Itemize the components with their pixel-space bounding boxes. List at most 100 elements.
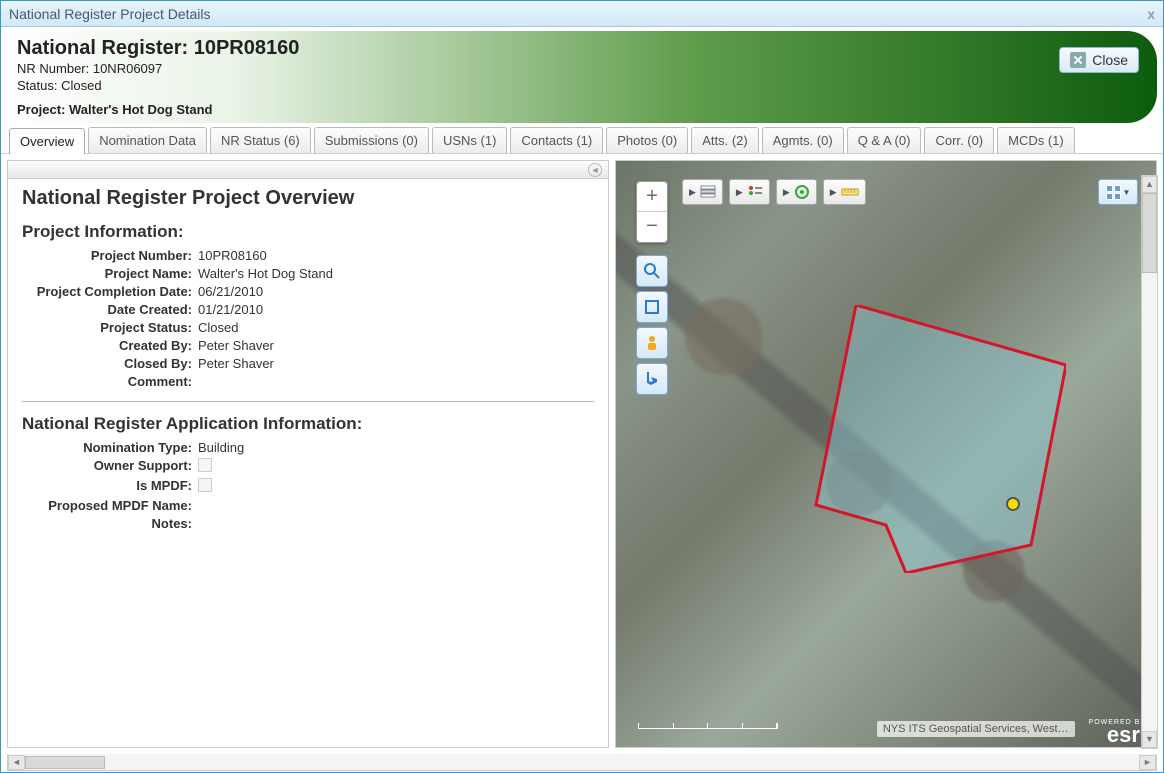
scroll-down-icon[interactable]: ▼ — [1142, 731, 1157, 748]
field-value: 01/21/2010 — [198, 302, 594, 317]
field-nom_type: Nomination Type:Building — [22, 440, 594, 455]
scroll-thumb[interactable] — [1142, 193, 1157, 273]
point-marker[interactable] — [1006, 497, 1020, 511]
horizontal-scrollbar[interactable]: ◄ ► — [7, 754, 1157, 771]
field-status: Project Status:Closed — [22, 320, 594, 335]
chevron-down-icon: ▼ — [1123, 188, 1131, 197]
esri-logo: POWERED BY esri — [1089, 717, 1146, 741]
window-title: National Register Project Details — [9, 6, 211, 22]
map-tool-column — [636, 255, 668, 395]
tab-nomination-data[interactable]: Nomination Data — [88, 127, 207, 153]
close-icon — [1070, 52, 1086, 68]
legend-dropdown[interactable]: ▶ — [729, 179, 770, 205]
field-value — [198, 458, 594, 475]
map-toolbar: ▶ ▶ ▶ ▶ — [682, 179, 866, 205]
scroll-left-icon[interactable]: ◄ — [8, 755, 25, 770]
measure-dropdown[interactable]: ▶ — [823, 179, 866, 205]
page-title: National Register: 10PR08160 — [17, 37, 1147, 60]
window-close-icon[interactable]: x — [1147, 6, 1155, 22]
field-value: Peter Shaver — [198, 338, 594, 353]
zoom-control: + − — [636, 181, 668, 243]
zoom-in-button[interactable]: + — [637, 182, 667, 212]
tab-agmts-0[interactable]: Agmts. (0) — [762, 127, 844, 153]
scale-bar — [638, 723, 778, 737]
tab-contacts-1[interactable]: Contacts (1) — [510, 127, 603, 153]
field-label: Owner Support: — [22, 458, 198, 475]
field-project_name: Project Name:Walter's Hot Dog Stand — [22, 266, 594, 281]
field-value: 06/21/2010 — [198, 284, 594, 299]
nr-app-heading: National Register Application Informatio… — [22, 414, 594, 434]
field-project_number: Project Number:10PR08160 — [22, 248, 594, 263]
attribution-source: NYS ITS Geospatial Services, West… — [877, 721, 1075, 737]
chevron-right-icon: ▶ — [783, 187, 790, 198]
scroll-right-icon[interactable]: ► — [1139, 755, 1156, 770]
zoom-out-button[interactable]: − — [637, 212, 667, 242]
panel-collapse-icon[interactable]: ◄ — [588, 163, 602, 177]
tab-mcds-1[interactable]: MCDs (1) — [997, 127, 1075, 153]
field-created_by: Created By:Peter Shaver — [22, 338, 594, 353]
status-line: Status: Closed — [17, 77, 1147, 94]
overview-panel: ◄ National Register Project Overview Pro… — [7, 160, 609, 748]
streetview-tool-button[interactable] — [636, 327, 668, 359]
map-attribution: NYS ITS Geospatial Services, West… POWER… — [877, 717, 1146, 741]
tab-overview[interactable]: Overview — [9, 128, 85, 154]
tab-strip: OverviewNomination DataNR Status (6)Subm… — [1, 123, 1163, 154]
tab-q-a-0[interactable]: Q & A (0) — [847, 127, 922, 153]
content-area: ◄ National Register Project Overview Pro… — [1, 154, 1163, 754]
tab-corr-0[interactable]: Corr. (0) — [924, 127, 994, 153]
tab-usns-1[interactable]: USNs (1) — [432, 127, 507, 153]
basemap-button[interactable]: ▼ — [1098, 179, 1138, 205]
checkbox[interactable] — [198, 458, 212, 472]
field-closed_by: Closed By:Peter Shaver — [22, 356, 594, 371]
header-banner: National Register: 10PR08160 NR Number: … — [7, 31, 1157, 123]
field-label: Project Number: — [22, 248, 198, 263]
divider — [22, 401, 594, 402]
bing-icon — [643, 370, 661, 388]
tab-nr-status-6[interactable]: NR Status (6) — [210, 127, 311, 153]
field-value: Building — [198, 440, 594, 455]
tab-submissions-0[interactable]: Submissions (0) — [314, 127, 429, 153]
panel-body: National Register Project Overview Proje… — [8, 179, 608, 542]
field-label: Created By: — [22, 338, 198, 353]
field-is_mpdf: Is MPDF: — [22, 478, 594, 495]
close-button[interactable]: Close — [1059, 47, 1139, 73]
field-completion: Project Completion Date:06/21/2010 — [22, 284, 594, 299]
bing-tool-button[interactable] — [636, 363, 668, 395]
target-dropdown[interactable]: ▶ — [776, 179, 817, 205]
overview-heading: National Register Project Overview — [22, 187, 594, 210]
extent-icon — [643, 298, 661, 316]
map-panel: + − ▶ ▶ ▶ ▶ ▼ — [615, 160, 1157, 748]
vertical-scrollbar[interactable]: ▲ ▼ — [1141, 175, 1158, 749]
target-icon — [794, 184, 810, 200]
field-value: 10PR08160 — [198, 248, 594, 263]
checkbox[interactable] — [198, 478, 212, 492]
field-label: Project Completion Date: — [22, 284, 198, 299]
project-line: Project: Walter's Hot Dog Stand — [17, 102, 1147, 117]
field-value — [198, 498, 594, 513]
field-label: Project Name: — [22, 266, 198, 281]
scroll-thumb[interactable] — [25, 756, 105, 769]
tab-photos-0[interactable]: Photos (0) — [606, 127, 688, 153]
field-value — [198, 374, 594, 389]
scroll-up-icon[interactable]: ▲ — [1142, 176, 1157, 193]
field-value: Closed — [198, 320, 594, 335]
grid-icon — [1106, 185, 1121, 200]
layers-dropdown[interactable]: ▶ — [682, 179, 723, 205]
chevron-right-icon: ▶ — [736, 187, 743, 198]
field-label: Date Created: — [22, 302, 198, 317]
nr-number-line: NR Number: 10NR06097 — [17, 60, 1147, 77]
identify-tool-button[interactable] — [636, 255, 668, 287]
field-comment: Comment: — [22, 374, 594, 389]
panel-header: ◄ — [8, 161, 608, 179]
chevron-right-icon: ▶ — [830, 187, 837, 198]
tab-atts-2[interactable]: Atts. (2) — [691, 127, 759, 153]
extent-tool-button[interactable] — [636, 291, 668, 323]
layers-icon — [700, 185, 716, 199]
field-label: Is MPDF: — [22, 478, 198, 495]
field-label: Comment: — [22, 374, 198, 389]
field-created: Date Created:01/21/2010 — [22, 302, 594, 317]
field-notes: Notes: — [22, 516, 594, 531]
field-label: Nomination Type: — [22, 440, 198, 455]
field-label: Project Status: — [22, 320, 198, 335]
field-value — [198, 516, 594, 531]
